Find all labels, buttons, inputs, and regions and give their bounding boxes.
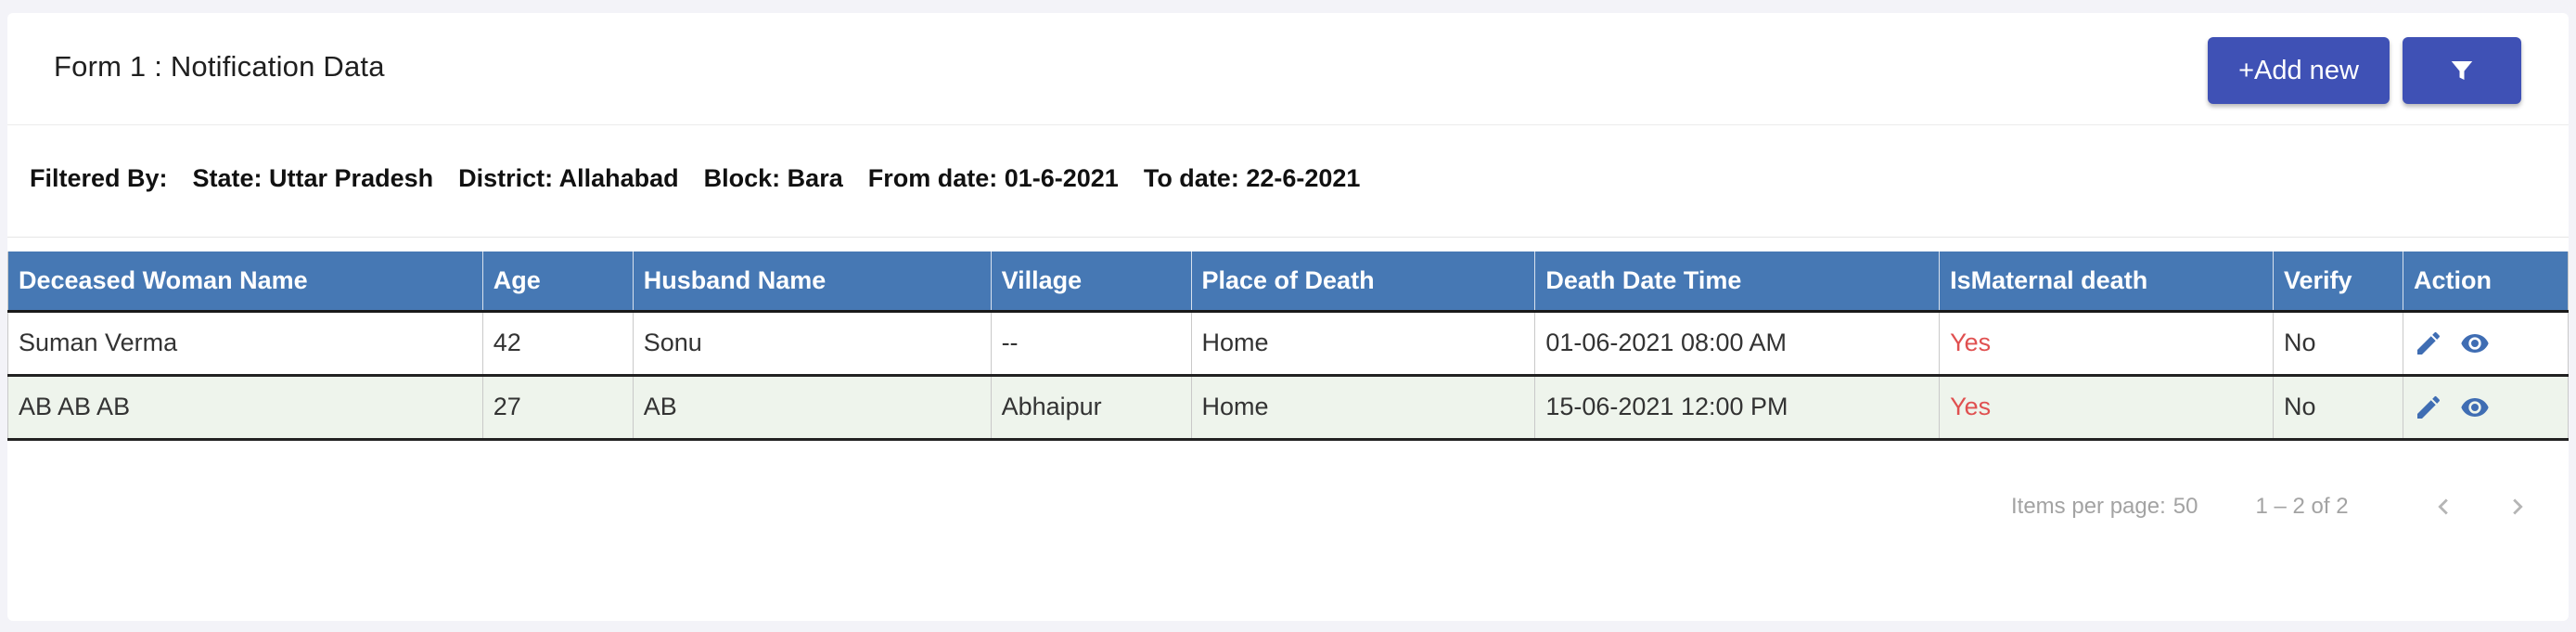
filter-icon [2451, 61, 2473, 80]
filter-district: District: Allahabad [458, 164, 679, 192]
filter-state: State: Uttar Pradesh [192, 164, 434, 192]
add-new-button[interactable]: +Add new [2208, 37, 2390, 104]
cell-datetime: 15-06-2021 12:00 PM [1534, 375, 1941, 441]
column-header[interactable]: Village [991, 252, 1192, 313]
cell-village: -- [991, 311, 1192, 377]
column-header[interactable]: Age [482, 252, 634, 313]
notification-table: Deceased Woman Name Age Husband Name Vil… [7, 252, 2570, 441]
cell-village: Abhaipur [991, 375, 1192, 441]
chevron-left-icon [2437, 498, 2448, 515]
cell-verify: No [2273, 311, 2403, 377]
next-page-button[interactable] [2499, 488, 2536, 525]
filter-summary: Filtered By: State: Uttar Pradesh Distri… [7, 125, 2569, 238]
cell-action [2403, 311, 2570, 377]
paginator: Items per page: 50 1 – 2 of 2 [2011, 488, 2536, 525]
column-header[interactable]: Place of Death [1191, 252, 1536, 313]
cell-age: 42 [482, 311, 634, 377]
cell-place: Home [1191, 375, 1536, 441]
edit-icon[interactable] [2414, 329, 2443, 358]
notification-card: Form 1 : Notification Data +Add new Filt… [7, 13, 2570, 621]
filter-from-date: From date: 01-6-2021 [867, 164, 1119, 192]
table-header-row: Deceased Woman Name Age Husband Name Vil… [7, 252, 2570, 313]
page-range: 1 – 2 of 2 [2255, 494, 2349, 519]
column-header[interactable]: Death Date Time [1534, 252, 1941, 313]
cell-verify: No [2273, 375, 2403, 441]
cell-husband: Sonu [633, 311, 992, 377]
table-row: AB AB AB 27 AB Abhaipur Home 15-06-2021 … [7, 375, 2570, 441]
cell-husband: AB [633, 375, 992, 441]
column-header: Action [2403, 252, 2570, 313]
column-header[interactable]: IsMaternal death [1939, 252, 2274, 313]
card-header: Form 1 : Notification Data +Add new [7, 13, 2569, 125]
edit-icon[interactable] [2414, 393, 2443, 422]
filter-label: Filtered By: [30, 164, 168, 192]
view-icon[interactable] [2460, 329, 2490, 358]
cell-maternal: Yes [1939, 311, 2274, 377]
cell-age: 27 [482, 375, 634, 441]
cell-place: Home [1191, 311, 1536, 377]
items-per-page-label: Items per page: [2011, 494, 2166, 519]
filter-to-date: To date: 22-6-2021 [1143, 164, 1361, 192]
filter-button[interactable] [2403, 37, 2521, 104]
previous-page-button[interactable] [2425, 488, 2462, 525]
table-row: Suman Verma 42 Sonu -- Home 01-06-2021 0… [7, 311, 2570, 377]
view-icon[interactable] [2460, 393, 2490, 422]
items-per-page-select[interactable]: 50 [2173, 494, 2198, 520]
cell-name: Suman Verma [7, 311, 483, 377]
column-header[interactable]: Husband Name [633, 252, 992, 313]
cell-action [2403, 375, 2570, 441]
cell-datetime: 01-06-2021 08:00 AM [1534, 311, 1941, 377]
column-header[interactable]: Verify [2273, 252, 2403, 313]
chevron-right-icon [2512, 498, 2523, 515]
filter-block: Block: Bara [703, 164, 843, 192]
cell-name: AB AB AB [7, 375, 483, 441]
cell-maternal: Yes [1939, 375, 2274, 441]
column-header[interactable]: Deceased Woman Name [7, 252, 483, 313]
page-title: Form 1 : Notification Data [54, 50, 385, 83]
